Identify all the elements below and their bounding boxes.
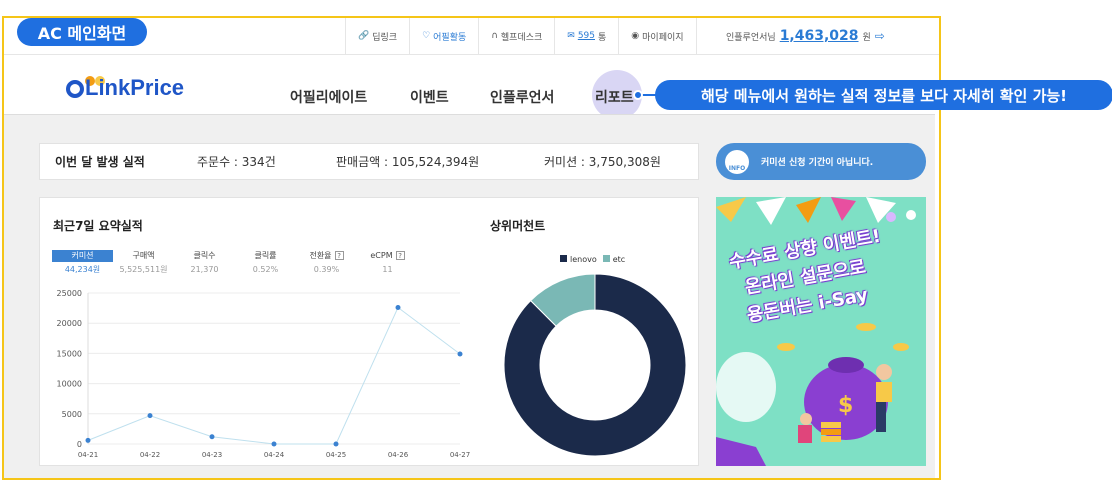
- deeplink-label: 딥링크: [372, 32, 398, 43]
- points-unit: 원: [862, 32, 871, 43]
- stat-label: 전환율: [309, 251, 332, 260]
- commission-info-box[interactable]: INFO 커미션 신청 기간이 아닙니다.: [716, 143, 926, 180]
- logo-text: LinkPrice: [85, 75, 185, 100]
- legend-label: lenovo: [570, 255, 597, 264]
- stat-value: 0.52%: [252, 265, 279, 274]
- stat-ecpm[interactable]: eCPM? 11: [357, 250, 418, 276]
- helpdesk-label: 헬프데스크: [500, 32, 543, 43]
- nav-influencer[interactable]: 인플루언서: [490, 87, 554, 107]
- data-point: [333, 441, 339, 447]
- stat-label: 커미션: [52, 250, 113, 262]
- nav-report[interactable]: 리포트: [595, 87, 634, 107]
- data-point: [209, 434, 215, 440]
- y-tick-label: 15000: [57, 349, 82, 358]
- deeplink-link[interactable]: 🔗 딥링크: [345, 18, 409, 54]
- stat-ctr[interactable]: 클릭률 0.52%: [235, 250, 296, 276]
- lightbulb-icon: ♡: [422, 31, 431, 41]
- summary-orders: 주문수 : 334건: [197, 155, 276, 169]
- data-point: [457, 351, 463, 357]
- x-tick-label: 04-22: [140, 451, 160, 459]
- x-tick-label: 04-26: [388, 451, 409, 459]
- user-info: 인플루언서님 1,463,028 원 ⇨: [726, 18, 885, 54]
- y-tick-label: 5000: [62, 410, 82, 419]
- data-point: [85, 437, 91, 443]
- data-point: [271, 441, 277, 447]
- legend-item-etc: etc: [602, 255, 626, 264]
- info-icon: INFO: [725, 149, 749, 174]
- annotation-label: AC 메인화면: [17, 18, 147, 46]
- stat-label: 클릭수: [193, 251, 216, 260]
- x-tick-label: 04-23: [202, 451, 222, 459]
- stat-conversion[interactable]: 전환율? 0.39%: [296, 250, 357, 276]
- y-tick-label: 10000: [57, 380, 82, 389]
- info-text: 커미션 신청 기간이 아닙니다.: [761, 158, 874, 168]
- monthly-summary: 이번 달 발생 실적 주문수 : 334건 판매금액 : 105,524,394…: [39, 143, 699, 180]
- legend-label: etc: [612, 255, 626, 264]
- link-icon: 🔗: [358, 31, 370, 41]
- stat-value: 21,370: [190, 265, 219, 274]
- help-icon[interactable]: ?: [395, 251, 405, 260]
- x-tick-label: 04-24: [264, 451, 285, 459]
- mail-suffix: 통: [598, 32, 607, 43]
- y-tick-label: 0: [77, 440, 82, 449]
- logo-ring: [66, 80, 84, 98]
- nav-event[interactable]: 이벤트: [410, 87, 449, 107]
- stat-label: 구매액: [132, 251, 155, 260]
- stat-value: 0.39%: [313, 265, 340, 274]
- y-tick-label: 20000: [57, 319, 82, 328]
- y-tick-label: 25000: [57, 289, 82, 298]
- mypage-link[interactable]: ◉ 마이페이지: [618, 18, 697, 54]
- top-merchant-title: 상위머천트: [490, 219, 546, 233]
- weekly-title: 최근7일 요약실적: [53, 219, 143, 233]
- annotation-callout: 해당 메뉴에서 원하는 실적 정보를 보다 자세히 확인 가능!: [655, 80, 1112, 110]
- stat-purchase[interactable]: 구매액 5,525,511원: [113, 250, 174, 276]
- helpdesk-link[interactable]: ∩ 헬프데스크: [478, 18, 554, 54]
- stat-label: eCPM: [370, 251, 393, 260]
- stat-value: 11: [382, 265, 393, 274]
- user-label: 인플루언서님: [726, 32, 776, 43]
- donut-legend: lenovo etc: [560, 255, 625, 264]
- utility-links: 🔗 딥링크 ♡ 어필활동 ∩ 헬프데스크 ✉ 595 통 ◉ 마이페이지: [345, 18, 697, 54]
- top-merchant-donut: [503, 273, 687, 457]
- callout-dot: [633, 90, 643, 100]
- nav-affiliate[interactable]: 어필리에이트: [290, 87, 367, 107]
- summary-commission: 커미션 : 3,750,308원: [544, 155, 661, 169]
- stat-commission[interactable]: 커미션 44,234원: [52, 250, 113, 276]
- x-tick-label: 04-25: [326, 451, 346, 459]
- stat-label-row: eCPM?: [357, 250, 418, 262]
- legend-item-lenovo: lenovo: [560, 255, 597, 264]
- summary-title: 이번 달 발생 실적: [55, 155, 145, 169]
- stat-value: 44,234원: [64, 265, 101, 274]
- data-point: [395, 304, 401, 310]
- series-line: [87, 306, 461, 445]
- mail-link[interactable]: ✉ 595 통: [554, 18, 618, 54]
- stat-label-row: 전환율?: [296, 250, 357, 262]
- user-circle-icon: ◉: [631, 31, 640, 41]
- linkprice-logo[interactable]: LinkPrice: [66, 75, 185, 100]
- mail-icon: ✉: [567, 31, 575, 41]
- stat-label: 클릭률: [254, 251, 277, 260]
- summary-sales: 판매금액 : 105,524,394원: [336, 155, 480, 169]
- x-tick-label: 04-27: [450, 451, 470, 459]
- headset-icon: ∩: [491, 31, 498, 41]
- mypage-label: 마이페이지: [642, 32, 684, 43]
- x-tick-label: 04-21: [78, 451, 98, 459]
- stat-value: 5,525,511원: [119, 265, 168, 274]
- legend-swatch: [602, 255, 610, 262]
- stat-clicks[interactable]: 클릭수 21,370: [174, 250, 235, 276]
- legend-swatch: [560, 255, 567, 262]
- appeal-activity-link[interactable]: ♡ 어필활동: [409, 18, 478, 54]
- points-value[interactable]: 1,463,028: [780, 28, 859, 44]
- weekly-line-chart: 0 5000 10000 15000 20000 25000 04-21 04-22 04-23…: [57, 289, 471, 459]
- appeal-activity-label: 어필활동: [433, 32, 467, 43]
- logout-icon[interactable]: ⇨: [875, 29, 885, 43]
- svg-text:$: $: [838, 393, 853, 418]
- weekly-stats-tabs: 커미션 44,234원 구매액 5,525,511원 클릭수 21,370 클릭…: [52, 250, 418, 276]
- help-icon[interactable]: ?: [334, 251, 344, 260]
- data-point: [147, 413, 153, 419]
- mail-count: 595: [577, 31, 595, 41]
- isay-event-banner[interactable]: $ 수수료 상향 이벤트! 온라인 설문으로 용돈버는 i-Say: [716, 197, 926, 466]
